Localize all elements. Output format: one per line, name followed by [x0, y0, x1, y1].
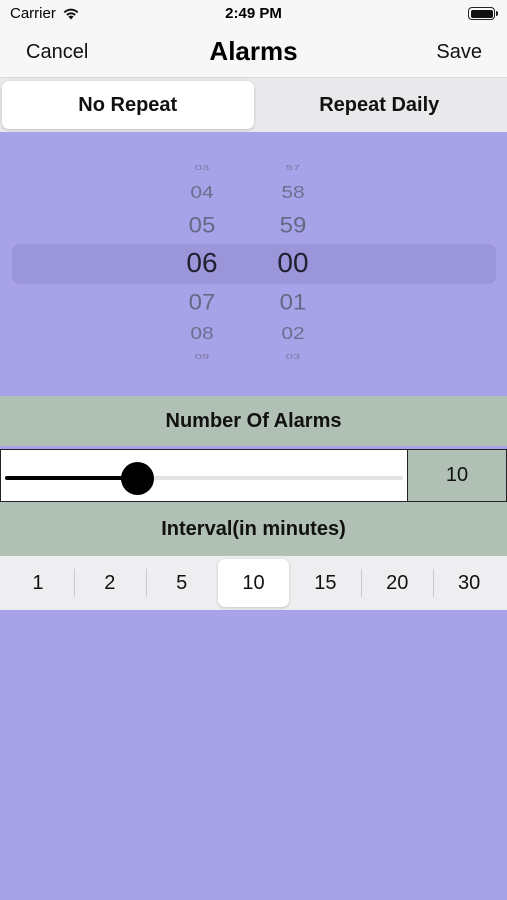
- hour-option-selected[interactable]: 06: [172, 247, 232, 279]
- interval-option[interactable]: 1: [2, 559, 74, 607]
- interval-option[interactable]: 2: [73, 559, 146, 607]
- page-title: Alarms: [209, 36, 298, 66]
- repeat-option-repeat-daily[interactable]: Repeat Daily: [254, 81, 506, 129]
- battery-icon: [468, 7, 498, 20]
- battery-level: [470, 9, 493, 18]
- slider-thumb[interactable]: [120, 462, 154, 495]
- minute-option[interactable]: 57: [263, 163, 323, 171]
- minute-option[interactable]: 02: [263, 324, 323, 344]
- number-of-alarms-slider[interactable]: [0, 449, 407, 502]
- hour-wheel[interactable]: 03 04 05 06 07 08 09: [172, 132, 232, 396]
- minute-option[interactable]: 59: [263, 213, 323, 239]
- number-of-alarms-header: Number Of Alarms: [0, 396, 507, 446]
- hour-option[interactable]: 08: [172, 324, 232, 344]
- time-picker: 03 04 05 06 07 08 09 57 58 59 00 01 02 0…: [0, 132, 507, 396]
- save-button[interactable]: Save: [436, 41, 482, 64]
- number-of-alarms-value: 10: [407, 449, 507, 502]
- interval-option-selected[interactable]: 10: [217, 559, 290, 607]
- minute-option-selected[interactable]: 00: [263, 247, 323, 279]
- repeat-option-no-repeat[interactable]: No Repeat: [2, 81, 254, 129]
- number-of-alarms-row: 10: [0, 449, 507, 502]
- hour-option[interactable]: 05: [172, 213, 232, 239]
- interval-segmented-control: 1 2 5 10 15 20 30: [0, 556, 507, 610]
- minute-option[interactable]: 01: [263, 290, 323, 316]
- picker-selection-highlight: [12, 244, 496, 284]
- minute-option[interactable]: 03: [263, 352, 323, 360]
- status-time: 2:49 PM: [225, 5, 282, 22]
- repeat-segmented-control: No Repeat Repeat Daily: [0, 78, 507, 132]
- minute-option[interactable]: 58: [263, 183, 323, 203]
- hour-option[interactable]: 04: [172, 183, 232, 203]
- hour-option[interactable]: 07: [172, 290, 232, 316]
- interval-option[interactable]: 30: [433, 559, 505, 607]
- interval-header: Interval(in minutes): [0, 502, 507, 556]
- slider-track-fill: [5, 476, 137, 480]
- interval-option[interactable]: 15: [289, 559, 361, 607]
- interval-option[interactable]: 20: [361, 559, 433, 607]
- navigation-bar: Cancel Alarms Save: [0, 28, 507, 78]
- minute-wheel[interactable]: 57 58 59 00 01 02 03: [263, 132, 323, 396]
- hour-option[interactable]: 09: [172, 352, 232, 360]
- interval-option[interactable]: 5: [145, 559, 218, 607]
- hour-option[interactable]: 03: [172, 163, 232, 171]
- status-bar: Carrier 2:49 PM: [0, 0, 507, 28]
